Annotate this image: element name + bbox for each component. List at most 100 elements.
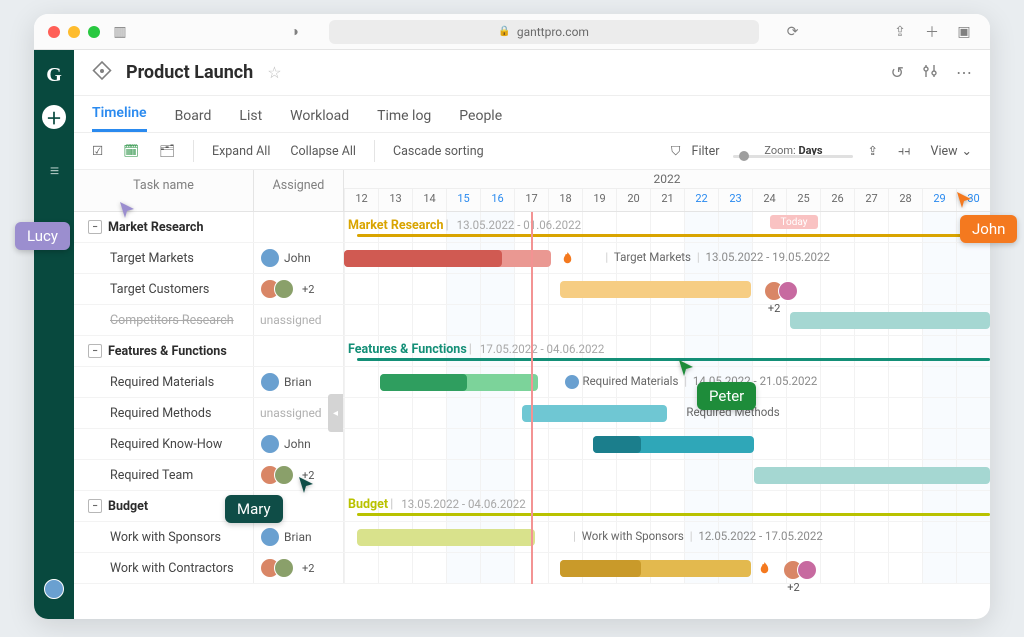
timeline-cell[interactable]: | Work with Sponsors | 12.05.2022 - 17.0… <box>344 522 990 552</box>
cursor-lucy <box>117 200 137 224</box>
task-name[interactable]: Required Know-How <box>74 429 254 459</box>
zoom-slider[interactable] <box>733 155 853 158</box>
view-dropdown[interactable]: View ⌄ <box>924 139 978 163</box>
assigned-cell[interactable]: unassigned <box>254 305 344 335</box>
assigned-cell <box>254 336 344 366</box>
sidebar-toggle-icon[interactable]: ▥ <box>108 22 132 42</box>
timeline-cell[interactable]: Required Materials | 14.05.2022 - 21.05.… <box>344 367 990 397</box>
app-content: G ＋ ≡ Product Launch ☆ ↺ ⋯ Time <box>34 50 990 619</box>
task-name[interactable]: Required Methods <box>74 398 254 428</box>
gantt-bar[interactable] <box>560 281 751 298</box>
favorite-star-icon[interactable]: ☆ <box>267 63 281 82</box>
tab-workload[interactable]: Workload <box>290 108 349 132</box>
gantt-bar[interactable] <box>790 312 990 329</box>
timeline-cell[interactable]: | Target Markets | 13.05.2022 - 19.05.20… <box>344 243 990 273</box>
cascade-sort-button[interactable]: Cascade sorting <box>387 140 490 163</box>
timeline-cell[interactable]: +2 <box>344 553 990 583</box>
cursor-john <box>954 190 974 214</box>
task-name[interactable]: Competitors Research <box>74 305 254 335</box>
gantt-bar[interactable] <box>522 405 667 422</box>
group-name[interactable]: −Market Research <box>74 212 254 242</box>
expand-all-button[interactable]: Expand All <box>206 140 276 163</box>
history-icon[interactable]: ↺ <box>891 63 904 83</box>
bar-label: +2 <box>783 560 817 594</box>
assigned-cell[interactable]: Brian <box>254 367 344 397</box>
gantt-bar[interactable] <box>560 560 641 577</box>
tag-lucy: Lucy <box>15 222 70 250</box>
day-cell: 16 <box>480 189 514 211</box>
assigned-cell[interactable]: +2 <box>254 274 344 304</box>
gantt-bar[interactable] <box>593 436 641 453</box>
tab-list[interactable]: List <box>239 108 262 132</box>
cursor-peter <box>676 358 696 382</box>
columns-icon[interactable]: ⫞⫞ <box>892 140 917 163</box>
timeline-cell[interactable]: ◂Required Methods <box>344 398 990 428</box>
timeline-cell[interactable] <box>344 305 990 335</box>
timeline-cell[interactable] <box>344 429 990 459</box>
day-cell: 22 <box>684 189 718 211</box>
settings-icon[interactable] <box>922 63 938 83</box>
logo-icon[interactable]: G <box>46 64 62 87</box>
task-name[interactable]: Target Customers <box>74 274 254 304</box>
group-name[interactable]: −Features & Functions <box>74 336 254 366</box>
tab-people[interactable]: People <box>459 108 502 132</box>
export-icon[interactable]: ⇪ <box>861 139 883 163</box>
create-project-button[interactable]: ＋ <box>42 105 66 129</box>
minimize-dot[interactable] <box>68 26 80 38</box>
col-task-name: Task name <box>74 170 254 211</box>
collapse-toggle[interactable]: − <box>88 220 102 234</box>
tab-time-log[interactable]: Time log <box>377 108 431 132</box>
collapse-toggle[interactable]: − <box>88 344 102 358</box>
group-summary-label: Market Research|13.05.2022 - 01.06.2022 <box>348 218 581 233</box>
separator <box>374 140 375 162</box>
menu-icon[interactable]: ≡ <box>50 161 58 181</box>
user-avatar[interactable] <box>44 579 64 599</box>
filter-button[interactable]: ⛉ Filter <box>665 140 725 163</box>
assigned-cell[interactable]: +2 <box>254 553 344 583</box>
page-header: Product Launch ☆ ↺ ⋯ <box>74 50 990 96</box>
task-name[interactable]: Target Markets <box>74 243 254 273</box>
day-cell: 24 <box>752 189 786 211</box>
assigned-cell[interactable]: John <box>254 429 344 459</box>
cursor-mary <box>296 475 316 499</box>
collapse-toggle[interactable]: − <box>88 499 102 513</box>
more-icon[interactable]: ⋯ <box>956 63 972 83</box>
address-bar[interactable]: 🔒 ganttpro.com <box>329 20 759 44</box>
tab-timeline[interactable]: Timeline <box>92 105 147 132</box>
share-icon[interactable]: ⇪ <box>888 22 912 42</box>
task-name[interactable]: Required Team <box>74 460 254 490</box>
calendar-icon[interactable]: 🗓 <box>117 140 145 163</box>
collapse-handle[interactable]: ◂ <box>328 394 343 432</box>
day-cell: 18 <box>548 189 582 211</box>
hierarchy-icon[interactable]: 🗂 <box>153 140 181 163</box>
day-cell: 28 <box>888 189 922 211</box>
checklist-icon[interactable]: ☑ <box>86 139 109 163</box>
day-cell: 29 <box>922 189 956 211</box>
zoom-dot[interactable] <box>88 26 100 38</box>
task-name[interactable]: Required Materials <box>74 367 254 397</box>
gantt-bar[interactable] <box>344 250 502 267</box>
day-cell: 15 <box>446 189 480 211</box>
task-name[interactable]: Work with Sponsors <box>74 522 254 552</box>
gantt-bar[interactable] <box>357 529 535 546</box>
zoom-control[interactable]: Zoom: Days <box>733 144 853 158</box>
gantt-bar[interactable] <box>754 467 990 484</box>
timeline-year: 2022 <box>344 170 990 189</box>
task-name[interactable]: Work with Contractors <box>74 553 254 583</box>
timeline-cell[interactable] <box>344 460 990 490</box>
day-cell: 27 <box>854 189 888 211</box>
assigned-cell[interactable]: Brian <box>254 522 344 552</box>
tab-board[interactable]: Board <box>175 108 212 132</box>
collapse-all-button[interactable]: Collapse All <box>284 140 362 163</box>
close-dot[interactable] <box>48 26 60 38</box>
gantt-bar[interactable] <box>380 374 467 391</box>
shield-icon[interactable]: ◑ <box>283 22 307 42</box>
timeline-cell[interactable]: +2 <box>344 274 990 304</box>
day-cell: 14 <box>412 189 446 211</box>
assigned-cell[interactable]: John <box>254 243 344 273</box>
new-tab-icon[interactable]: ＋ <box>920 22 944 42</box>
grid-body: −Market Research Market Research|13.05.20… <box>74 212 990 584</box>
reload-icon[interactable]: ⟳ <box>781 22 805 42</box>
tabs-icon[interactable]: ▣ <box>952 22 976 42</box>
day-cell: 20 <box>616 189 650 211</box>
